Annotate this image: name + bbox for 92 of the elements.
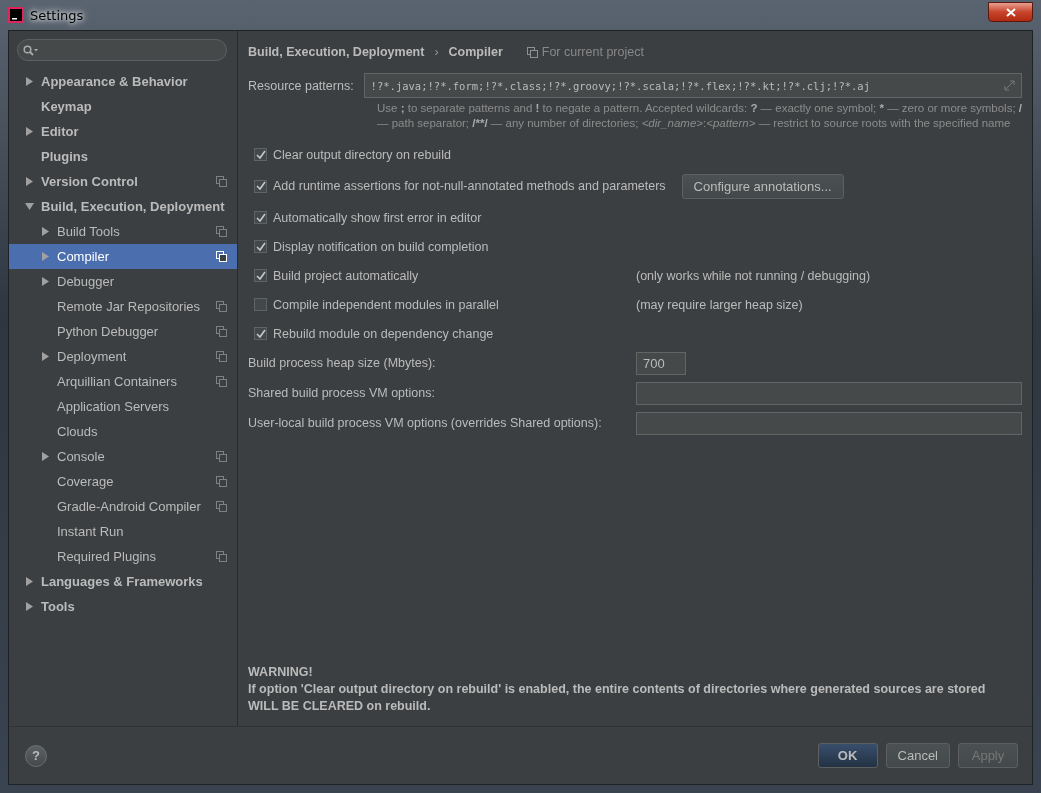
- checkbox-label: Clear output directory on rebuild: [273, 147, 451, 162]
- checkbox[interactable]: [254, 298, 267, 311]
- checkmark-icon: [255, 149, 266, 160]
- search-field[interactable]: [17, 39, 227, 61]
- breadcrumb-item: Compiler: [448, 45, 503, 59]
- close-button[interactable]: [988, 2, 1033, 22]
- checkbox-label: Build project automatically: [273, 268, 419, 283]
- project-scope-icon: [216, 351, 227, 362]
- breadcrumb-separator: ›: [434, 45, 439, 59]
- tree-item[interactable]: Deployment: [9, 344, 237, 369]
- checkmark-icon: [255, 241, 266, 252]
- breadcrumb-item: Build, Execution, Deployment: [248, 45, 425, 59]
- checkbox[interactable]: [254, 211, 267, 224]
- project-scope-icon: [216, 176, 227, 187]
- project-scope-icon: [216, 501, 227, 512]
- tree-item[interactable]: Compiler: [9, 244, 237, 269]
- caret-right-icon[interactable]: [25, 177, 34, 186]
- field-label: Shared build process VM options:: [248, 386, 436, 400]
- dialog-button[interactable]: Cancel: [885, 743, 950, 768]
- project-scope-icon: [216, 301, 227, 312]
- tree-item[interactable]: Python Debugger: [9, 319, 237, 344]
- warning-title: WARNING!: [248, 664, 314, 681]
- checkbox-label: Automatically show first error in editor: [273, 210, 482, 225]
- caret-right-icon[interactable]: [41, 277, 50, 286]
- option-note: (may require larger heap size): [636, 297, 803, 312]
- tree-item[interactable]: Languages & Frameworks: [9, 569, 237, 594]
- app-logo-icon: [8, 7, 24, 23]
- project-scope-icon: [216, 451, 227, 462]
- search-icon: [23, 44, 39, 56]
- tree-item[interactable]: Tools: [9, 594, 237, 619]
- option-note: (only works while not running / debugging): [636, 268, 871, 283]
- checkmark-icon: [255, 212, 266, 223]
- field-label: Build process heap size (Mbytes):: [248, 356, 437, 370]
- tree-item[interactable]: Plugins: [9, 144, 237, 169]
- tree-item[interactable]: Console: [9, 444, 237, 469]
- checkbox-label: Display notification on build completion: [273, 239, 489, 254]
- project-scope-icon: [216, 326, 227, 337]
- tree-item[interactable]: Coverage: [9, 469, 237, 494]
- tree-item[interactable]: Required Plugins: [9, 544, 237, 569]
- checkbox[interactable]: [254, 240, 267, 253]
- caret-down-icon[interactable]: [25, 202, 34, 211]
- text-field[interactable]: [636, 381, 1022, 405]
- caret-right-icon[interactable]: [41, 452, 50, 461]
- tree-item[interactable]: Instant Run: [9, 519, 237, 544]
- project-scope-icon: [216, 226, 227, 237]
- project-scope-icon: [216, 376, 227, 387]
- caret-right-icon[interactable]: [25, 127, 34, 136]
- warning-text: WILL BE CLEARED on rebuild.: [248, 698, 432, 715]
- tree-item[interactable]: Remote Jar Repositories: [9, 294, 237, 319]
- field-label: Resource patterns:: [248, 78, 354, 93]
- resource-patterns-field[interactable]: !?*.java;!?*.form;!?*.class;!?*.groovy;!?*.scala;!?*.flex;!?*.kt;!?*.clj;!?*.aj: [363, 73, 1022, 98]
- dialog-button[interactable]: OK: [817, 743, 878, 768]
- project-scope-icon: [526, 46, 538, 58]
- checkbox[interactable]: [254, 179, 267, 193]
- window-title: Settings: [30, 7, 84, 23]
- checkbox[interactable]: [254, 148, 267, 161]
- tree-item[interactable]: Editor: [9, 119, 237, 144]
- project-scope-icon: [216, 476, 227, 487]
- checkbox-label: Rebuild module on dependency change: [273, 326, 494, 341]
- caret-right-icon[interactable]: [25, 577, 34, 586]
- text-field[interactable]: 700: [636, 351, 686, 375]
- caret-right-icon[interactable]: [41, 352, 50, 361]
- tree-item[interactable]: Build Tools: [9, 219, 237, 244]
- checkmark-icon: [255, 328, 266, 339]
- tree-item[interactable]: Keymap: [9, 94, 237, 119]
- caret-right-icon[interactable]: [25, 77, 34, 86]
- checkbox-label: Compile independent modules in parallel: [273, 297, 499, 312]
- help-button[interactable]: ?: [25, 744, 47, 767]
- tree-item[interactable]: Application Servers: [9, 394, 237, 419]
- tree-item[interactable]: Gradle-Android Compiler: [9, 494, 237, 519]
- configure-annotations-button[interactable]: Configure annotations...: [681, 173, 844, 199]
- checkbox[interactable]: [254, 327, 267, 340]
- checkmark-icon: [255, 181, 266, 191]
- scope-label: For current project: [541, 45, 644, 59]
- text-field[interactable]: [636, 411, 1022, 435]
- project-scope-icon: [216, 551, 227, 562]
- tree-item[interactable]: Appearance & Behavior: [9, 69, 237, 94]
- checkbox[interactable]: [254, 269, 267, 282]
- tree-item[interactable]: Clouds: [9, 419, 237, 444]
- patterns-hint: Use ; to separate patterns and ! to negate a pattern. Accepted wildcards: ? — exactly one symbol; * — zero or more symbols; / — path separator; /**/ — any number of directories; <dir_name>:<pattern> — restrict to source roots with the specified name: [377, 101, 1022, 131]
- close-icon: [1005, 7, 1016, 17]
- project-scope-icon: [216, 251, 227, 262]
- checkmark-icon: [255, 270, 266, 281]
- tree-item[interactable]: Version Control: [9, 169, 237, 194]
- tree-item[interactable]: Arquillian Containers: [9, 369, 237, 394]
- caret-right-icon[interactable]: [25, 602, 34, 611]
- caret-right-icon[interactable]: [41, 227, 50, 236]
- warning-text: If option 'Clear output directory on rebuild' is enabled, the entire contents of directories where generated sources are stored: [248, 681, 987, 698]
- field-label: User-local build process VM options (overrides Shared options):: [248, 416, 603, 430]
- checkbox-label: Add runtime assertions for not-null-annotated methods and parameters: [273, 179, 666, 193]
- tree-item[interactable]: Debugger: [9, 269, 237, 294]
- tree-item[interactable]: Build, Execution, Deployment: [9, 194, 237, 219]
